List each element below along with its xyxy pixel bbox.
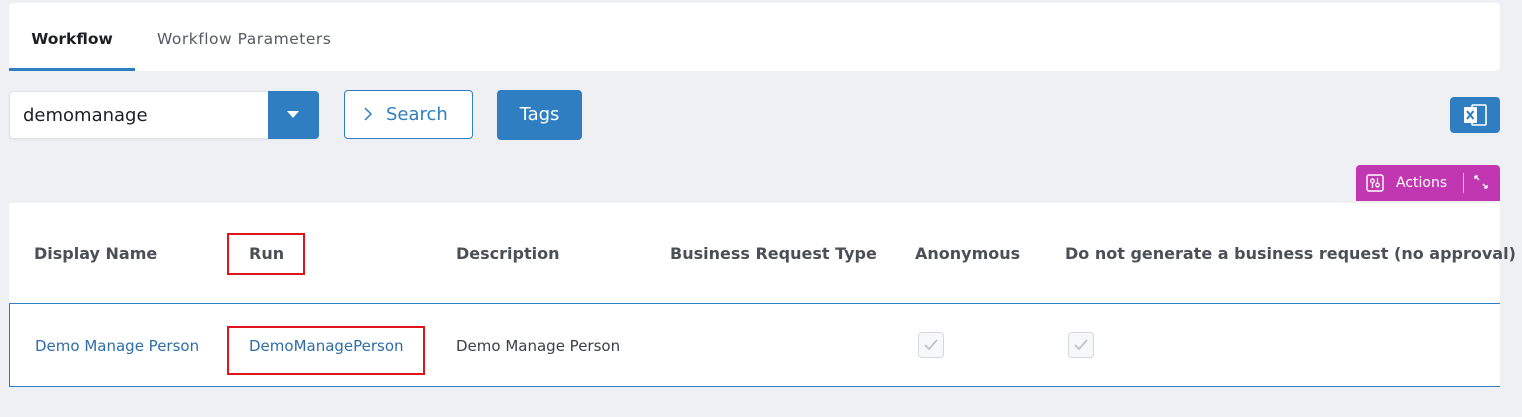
run-workflow-link[interactable]: DemoManagePerson	[249, 337, 404, 355]
table-row[interactable]: Demo Manage Person DemoManagePerson Demo…	[9, 303, 1500, 387]
column-header-run[interactable]: Run	[249, 244, 284, 263]
column-header-anonymous[interactable]: Anonymous	[915, 244, 1020, 263]
description-cell: Demo Manage Person	[456, 337, 621, 355]
excel-icon	[1464, 104, 1487, 126]
no-business-request-checkbox[interactable]	[1068, 332, 1094, 358]
tab-workflow[interactable]: Workflow	[9, 3, 135, 71]
actions-button-label: Actions	[1396, 175, 1448, 191]
workflow-table: Display Name Run Description Business Re…	[9, 203, 1516, 387]
column-header-business-request-type[interactable]: Business Request Type	[670, 244, 877, 263]
expand-icon[interactable]	[1473, 174, 1489, 190]
column-header-display-name[interactable]: Display Name	[34, 244, 157, 263]
check-icon	[1074, 339, 1088, 351]
combo-dropdown-button[interactable]	[268, 91, 319, 139]
tab-workflow-parameters[interactable]: Workflow Parameters	[157, 3, 331, 71]
export-excel-button[interactable]	[1450, 97, 1500, 133]
column-header-no-business-request[interactable]: Do not generate a business request (no a…	[1065, 244, 1516, 263]
actions-divider	[1463, 173, 1464, 193]
check-icon	[924, 339, 938, 351]
search-button-label: Search	[386, 104, 448, 125]
tags-button[interactable]: Tags	[497, 90, 582, 140]
chevron-right-icon	[364, 107, 373, 121]
search-button[interactable]: Search	[344, 90, 473, 139]
actions-button[interactable]: Actions	[1356, 165, 1500, 201]
anonymous-checkbox[interactable]	[918, 332, 944, 358]
workflow-combo-input[interactable]	[10, 92, 269, 138]
column-header-description[interactable]: Description	[456, 244, 559, 263]
workflow-combobox	[9, 91, 319, 139]
tab-bar: Workflow Workflow Parameters	[9, 3, 1500, 71]
chevron-down-icon	[287, 111, 299, 118]
display-name-link[interactable]: Demo Manage Person	[35, 337, 199, 355]
sliders-icon	[1366, 174, 1384, 192]
